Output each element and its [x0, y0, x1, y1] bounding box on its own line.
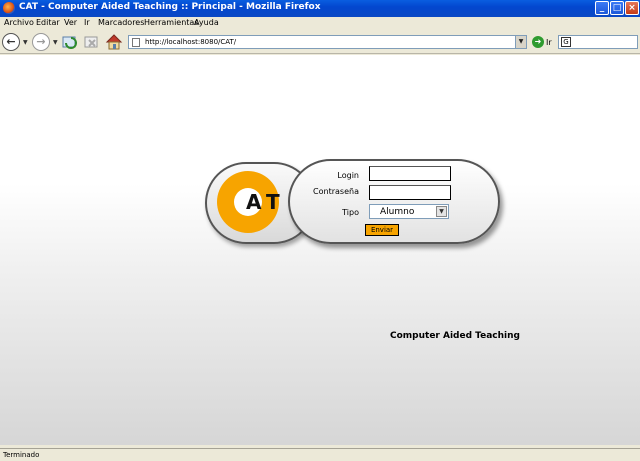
forward-dropdown-icon[interactable]: ▼ — [53, 39, 58, 46]
forward-arrow-icon: → — [36, 35, 46, 48]
tipo-selected-value: Alumno — [380, 207, 415, 217]
status-bar: Terminado — [0, 448, 640, 461]
close-icon: × — [628, 3, 636, 13]
chevron-down-icon[interactable]: ▼ — [436, 206, 447, 217]
menu-marcadores[interactable]: Marcadores — [98, 18, 144, 27]
menu-bar: Archivo Editar Ver Ir Marcadores Herrami… — [0, 17, 640, 30]
search-box[interactable]: G — [558, 35, 638, 49]
minimize-button[interactable]: _ — [595, 1, 609, 15]
maximize-icon: □ — [612, 3, 622, 13]
reload-icon[interactable] — [61, 33, 79, 51]
maximize-button[interactable]: □ — [610, 1, 624, 15]
password-label: Contraseña — [313, 187, 359, 196]
menu-herramientas[interactable]: Herramientas — [144, 18, 199, 27]
login-label: Login — [337, 171, 359, 180]
url-text[interactable]: http://localhost:8080/CAT/ — [145, 38, 236, 46]
menu-ir[interactable]: Ir — [84, 18, 90, 27]
page-content — [0, 55, 640, 445]
back-button[interactable]: ← — [2, 33, 20, 51]
submit-button[interactable]: Enviar — [365, 224, 399, 236]
tipo-label: Tipo — [342, 208, 359, 217]
forward-button[interactable]: → — [32, 33, 50, 51]
firefox-icon — [3, 2, 15, 14]
url-dropdown-icon[interactable]: ▼ — [515, 36, 526, 48]
minimize-icon: _ — [599, 3, 605, 13]
menu-archivo[interactable]: Archivo — [4, 18, 34, 27]
go-button[interactable]: ➜ — [532, 36, 544, 48]
menu-ayuda[interactable]: Ayuda — [194, 18, 219, 27]
login-input[interactable] — [369, 166, 451, 181]
back-dropdown-icon[interactable]: ▼ — [23, 39, 28, 46]
window-title-bar: CAT - Computer Aided Teaching :: Princip… — [0, 0, 640, 17]
password-input[interactable] — [369, 185, 451, 200]
back-arrow-icon: ← — [6, 35, 16, 48]
logo-letter-t: T — [266, 190, 280, 214]
close-button[interactable]: × — [625, 1, 639, 15]
logo-letter-a: A — [246, 190, 262, 214]
navigation-toolbar: ← ▼ → ▼ http://localhost:8080/CAT/ ▼ ➜ I… — [0, 30, 640, 54]
window-title: CAT - Computer Aided Teaching :: Princip… — [19, 2, 321, 12]
google-search-icon[interactable]: G — [561, 37, 571, 47]
url-bar[interactable]: http://localhost:8080/CAT/ ▼ — [128, 35, 527, 49]
stop-icon[interactable] — [83, 33, 101, 51]
menu-editar[interactable]: Editar — [36, 18, 60, 27]
status-text: Terminado — [3, 451, 40, 459]
footer-text: Computer Aided Teaching — [390, 331, 520, 341]
page-icon — [132, 38, 140, 47]
go-label[interactable]: Ir — [546, 38, 552, 47]
tipo-select[interactable]: Alumno ▼ — [369, 204, 449, 219]
home-icon[interactable] — [105, 33, 123, 51]
go-arrow-icon: ➜ — [534, 37, 542, 46]
menu-ver[interactable]: Ver — [64, 18, 77, 27]
